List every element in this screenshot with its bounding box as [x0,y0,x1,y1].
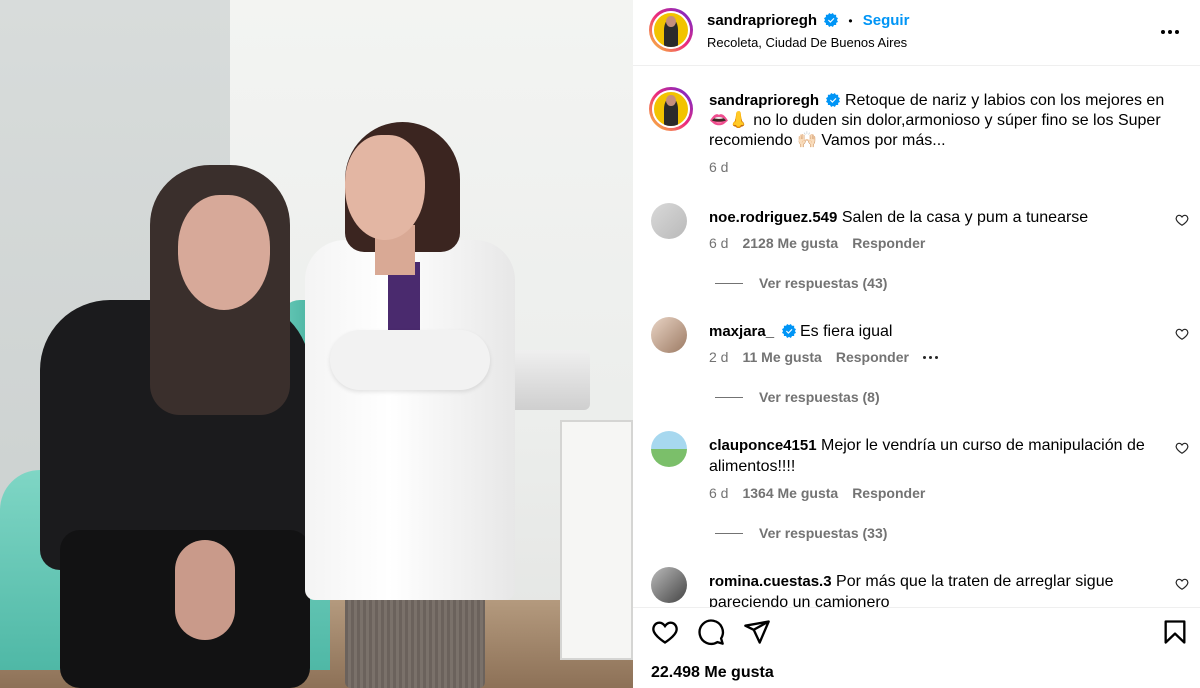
author-username[interactable]: sandraprioregh [707,12,817,29]
post-likes-count[interactable]: 22.498 Me gusta [651,664,774,682]
post-actions-bar: 22.498 Me gusta [633,607,1200,688]
comment-heart-icon[interactable] [1175,213,1189,227]
comment-likes[interactable]: 1364 Me gusta [742,485,838,501]
person-right-face [345,135,425,240]
caption-author-username[interactable]: sandraprioregh [709,92,819,109]
comment-text: Salen de la casa y pum a tunearse [841,209,1089,226]
view-replies-label: Ver respuestas (8) [759,389,880,405]
commenter-avatar[interactable] [651,431,687,467]
verified-badge-icon [781,324,796,338]
post-photo[interactable] [0,0,633,688]
view-replies-button[interactable]: Ver respuestas (33) [715,525,887,541]
view-replies-label: Ver respuestas (43) [759,275,888,291]
verified-badge-icon [826,93,841,107]
reply-button[interactable]: Responder [852,485,925,501]
person-left-face [178,195,270,310]
comment-heart-icon[interactable] [1175,441,1189,455]
comment-options-icon[interactable] [922,355,938,359]
bookmark-icon[interactable] [1161,618,1189,646]
comment-meta: 6 d 2128 Me gusta Responder [709,235,925,251]
commenter-avatar[interactable] [651,567,687,603]
heart-icon[interactable] [651,618,679,646]
comment-likes[interactable]: 11 Me gusta [742,349,821,365]
comment-meta: 6 d 1364 Me gusta Responder [709,485,925,501]
comment-icon[interactable] [697,618,725,646]
photo-cabinet [560,420,633,660]
reply-button[interactable]: Responder [836,349,909,365]
comment-text: Es fiera igual [799,323,893,340]
follow-button[interactable]: Seguir [863,12,910,29]
view-replies-label: Ver respuestas (33) [759,525,888,541]
comment-text-block: clauponce4151 Mejor le vendría un curso … [709,435,1169,477]
comment-heart-icon[interactable] [1175,327,1189,341]
comment-text-block: noe.rodriguez.549 Salen de la casa y pum… [709,207,1169,228]
comment-username[interactable]: clauponce4151 [709,437,817,454]
caption-text-block: sandraprioregh Retoque de nariz y labios… [709,91,1179,151]
caption-time[interactable]: 6 d [709,159,728,175]
commenter-avatar[interactable] [651,203,687,239]
post-header: sandraprioregh • Seguir Recoleta, Ciudad… [633,0,1200,66]
comment-time[interactable]: 2 d [709,349,728,365]
comment-username[interactable]: noe.rodriguez.549 [709,209,837,226]
comment-username[interactable]: romina.cuestas.3 [709,573,832,590]
post-location[interactable]: Recoleta, Ciudad De Buenos Aires [707,35,907,50]
send-icon[interactable] [743,618,771,646]
author-avatar[interactable] [649,8,693,52]
comment-heart-icon[interactable] [1175,577,1189,591]
view-replies-button[interactable]: Ver respuestas (43) [715,275,887,291]
commenter-avatar[interactable] [651,317,687,353]
comments-list[interactable]: sandraprioregh Retoque de nariz y labios… [633,67,1200,607]
separator-dot: • [848,14,853,28]
comment-text-block: romina.cuestas.3 Por más que la traten d… [709,571,1169,607]
comment-likes[interactable]: 2128 Me gusta [742,235,838,251]
more-options-icon[interactable] [1158,20,1182,44]
photo-equipment [505,350,590,410]
caption-author-avatar[interactable] [649,87,693,131]
comment-meta: 2 d 11 Me gusta Responder [709,349,938,365]
reply-button[interactable]: Responder [852,235,925,251]
comment-username[interactable]: maxjara_ [709,323,774,340]
comment-text-block: maxjara_ Es fiera igual [709,321,1169,342]
view-replies-button[interactable]: Ver respuestas (8) [715,389,880,405]
header-user-line: sandraprioregh • Seguir [707,12,909,29]
person-right-arms [330,330,490,390]
post-side-panel: sandraprioregh • Seguir Recoleta, Ciudad… [633,0,1200,688]
person-left-hand [175,540,235,640]
comment-time[interactable]: 6 d [709,235,728,251]
comment-time[interactable]: 6 d [709,485,728,501]
verified-badge-icon [824,13,839,27]
